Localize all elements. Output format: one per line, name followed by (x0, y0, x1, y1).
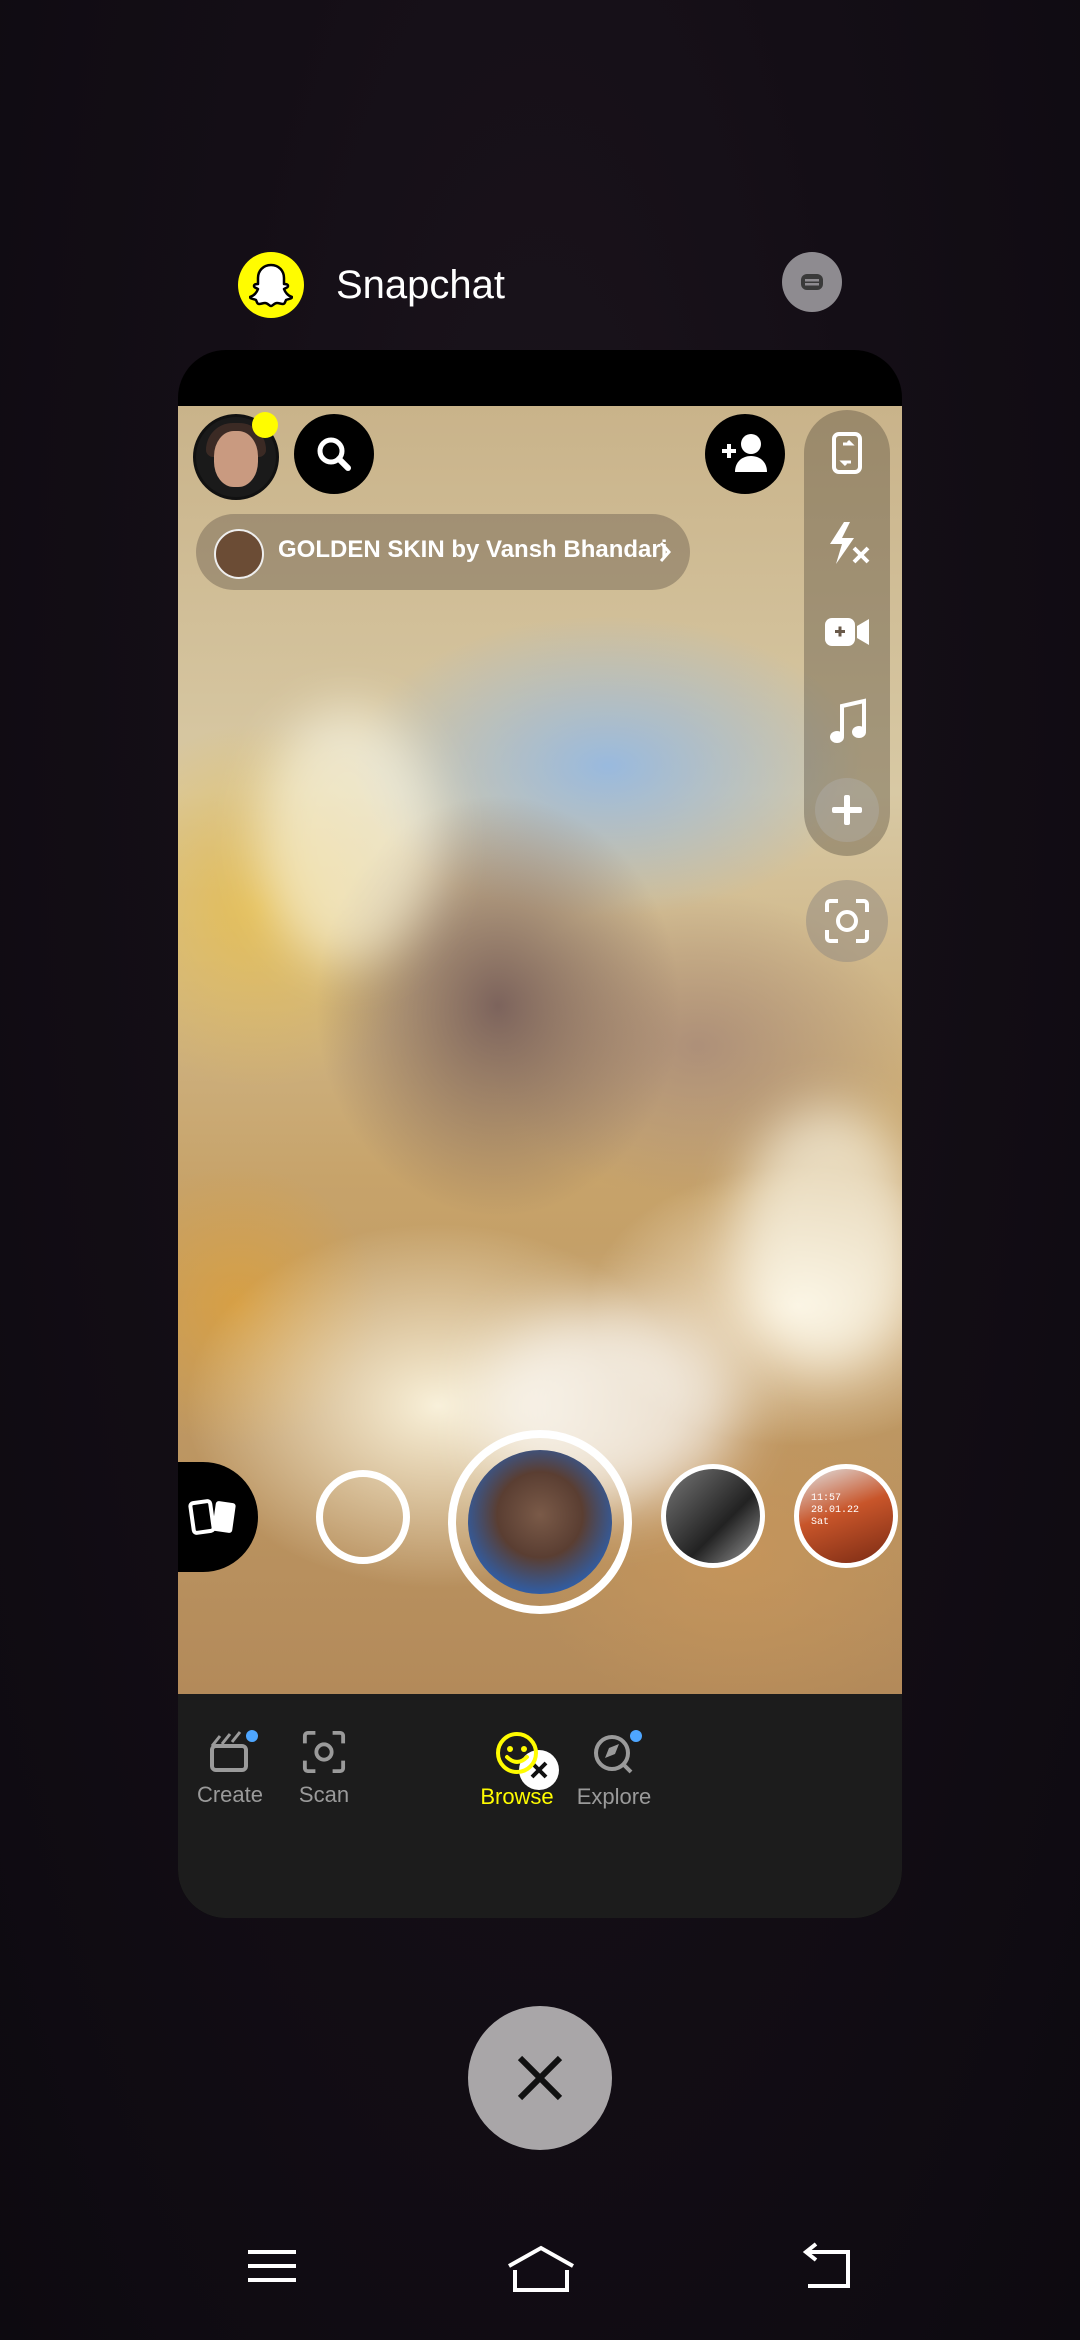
video-chat-icon (825, 618, 869, 646)
music-button[interactable] (804, 680, 890, 766)
scan-icon (302, 1730, 346, 1774)
close-icon (517, 2055, 563, 2101)
browse-smiley-icon (496, 1732, 538, 1774)
lens-effect-flare (258, 706, 438, 966)
menu-icon (248, 2250, 296, 2282)
home-icon (508, 2245, 574, 2292)
add-friend-icon (722, 434, 767, 472)
menu-button[interactable] (242, 2236, 302, 2296)
nav-explore[interactable]: Explore (549, 1730, 679, 1810)
snapchat-ghost-icon[interactable] (238, 252, 304, 318)
search-icon (317, 437, 351, 471)
video-chat-button[interactable] (804, 590, 890, 676)
snapchat-app-card[interactable]: GOLDEN SKIN by Vansh Bhandari 11:57 28.0… (178, 350, 902, 1918)
camera-scan-icon (825, 899, 869, 943)
lens-scan-button[interactable] (806, 880, 888, 962)
app-title: Snapchat (336, 263, 506, 307)
lens-name-label: GOLDEN SKIN by Vansh Bhandari (278, 536, 668, 563)
flash-off-icon (830, 522, 870, 564)
search-button[interactable] (294, 414, 374, 494)
notification-dot (252, 412, 278, 438)
capture-button[interactable] (448, 1430, 632, 1614)
lens-carousel-item[interactable] (661, 1464, 765, 1568)
home-button[interactable] (505, 2236, 577, 2296)
close-all-apps-button[interactable] (468, 2006, 612, 2150)
carousel-empty-lens[interactable] (316, 1470, 410, 1564)
lens-thumb-timestamp: 11:57 28.01.22 Sat (811, 1493, 860, 1528)
lens-name-chip[interactable]: GOLDEN SKIN by Vansh Bhandari (196, 514, 690, 590)
nav-scan[interactable]: Scan (259, 1730, 389, 1808)
recents-app-header: Snapchat (238, 252, 842, 318)
nav-scan-label: Scan (298, 1782, 350, 1807)
app-lock-icon[interactable] (782, 252, 842, 312)
add-friend-button[interactable] (705, 414, 785, 494)
music-note-icon (830, 698, 866, 743)
nav-explore-label: Explore (576, 1784, 652, 1809)
flash-button[interactable] (804, 500, 890, 586)
plus-icon (832, 795, 862, 825)
explore-notification-dot (630, 1730, 642, 1742)
create-notification-dot (246, 1730, 258, 1742)
more-tools-button[interactable] (815, 778, 879, 842)
memories-cards-icon (188, 1499, 236, 1535)
lens-creator-thumbnail (214, 529, 264, 579)
lens-carousel-item[interactable]: 11:57 28.01.22 Sat (794, 1464, 898, 1568)
chevron-right-icon (659, 542, 672, 562)
active-lens-preview (468, 1450, 612, 1594)
flip-camera-button[interactable] (804, 410, 890, 496)
flip-camera-icon (832, 432, 862, 474)
camera-side-toolbar (804, 410, 890, 856)
avatar-face (214, 431, 258, 487)
back-icon (802, 2242, 850, 2288)
back-button[interactable] (796, 2236, 856, 2296)
lens-effect-flare (738, 1106, 902, 1366)
bottom-nav-bar: Create Scan Browse Explore (178, 1694, 902, 1918)
